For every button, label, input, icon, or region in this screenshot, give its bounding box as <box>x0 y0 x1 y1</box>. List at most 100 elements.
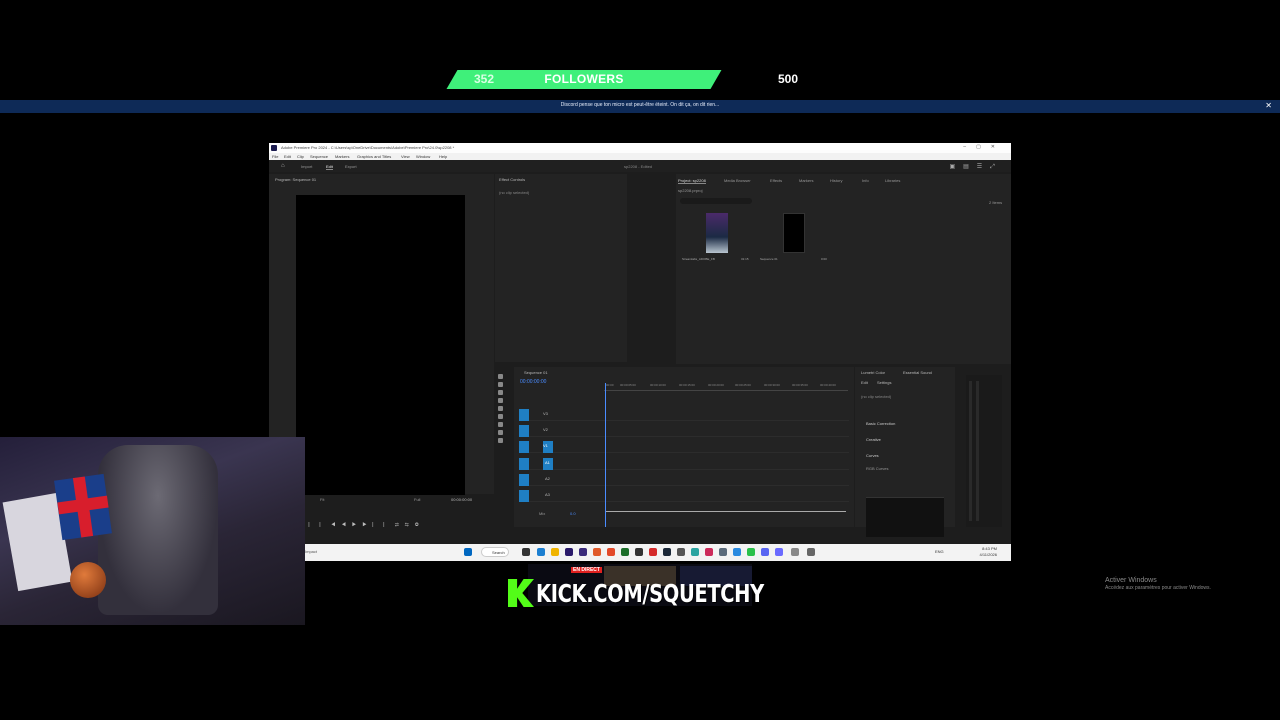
basic-correction-section[interactable]: Basic Correction <box>866 421 895 426</box>
clip-thumbnail[interactable] <box>706 213 728 253</box>
brave-icon[interactable] <box>607 548 615 556</box>
menu-clip[interactable]: Clip <box>297 154 304 159</box>
tab-import[interactable]: Import <box>301 164 312 169</box>
meter-left <box>969 381 972 521</box>
rectangle-tool-icon[interactable] <box>498 422 503 427</box>
settings-icon[interactable] <box>677 548 685 556</box>
language-indicator[interactable]: ENG <box>935 549 944 554</box>
pen-tool-icon[interactable] <box>498 414 503 419</box>
tab-history[interactable]: History <box>830 178 842 183</box>
timeline-timecode[interactable]: 00:00:00:00 <box>520 379 546 385</box>
curves-section[interactable]: Curves <box>866 453 879 458</box>
tab-libraries[interactable]: Libraries <box>885 178 900 183</box>
hand-tool-icon[interactable] <box>498 430 503 435</box>
resolution-dropdown[interactable]: Full <box>414 497 420 502</box>
menu-view[interactable]: View <box>401 154 410 159</box>
project-panel: Project: sp2208 Media Browser Effects Ma… <box>676 174 1011 364</box>
razor-tool-icon[interactable] <box>498 398 503 403</box>
store-icon[interactable] <box>537 548 545 556</box>
sequence-duration: 0:00 <box>821 257 827 261</box>
effect-controls-panel: Effect Controls (no clip selected) <box>495 174 627 362</box>
tab-markers[interactable]: Markers <box>799 178 813 183</box>
discord-icon[interactable] <box>761 548 769 556</box>
rgb-curve-graph[interactable] <box>866 497 944 537</box>
playhead[interactable] <box>605 383 606 527</box>
close-icon[interactable]: ✕ <box>1265 101 1272 110</box>
tab-lumetri-edit[interactable]: Edit <box>861 380 868 385</box>
obs-icon[interactable] <box>649 548 657 556</box>
project-search-input[interactable] <box>680 198 752 204</box>
selection-tool-icon[interactable] <box>498 374 503 379</box>
sequence-thumbnail[interactable] <box>783 213 805 253</box>
items-count: 2 Items <box>989 200 1003 205</box>
ruler-label: 00:00:40:00 <box>820 383 836 387</box>
spotify-icon[interactable] <box>747 548 755 556</box>
tab-project[interactable]: Project: sp2208 <box>678 178 706 184</box>
edge-icon[interactable] <box>733 548 741 556</box>
mix-label: Mix <box>539 511 546 516</box>
track-label: V1 <box>543 443 548 448</box>
track-v3[interactable]: V3 <box>519 409 849 421</box>
ruler-label: 00:00:15:00 <box>679 383 695 387</box>
app-icon[interactable] <box>775 548 783 556</box>
menu-help[interactable]: Help <box>439 154 447 159</box>
taskbar-widget-label[interactable]: Impact <box>305 549 317 554</box>
timeline-ruler[interactable]: 00:00 00:00:05:00 00:00:10:00 00:00:15:0… <box>604 383 848 391</box>
steam-icon[interactable] <box>663 548 671 556</box>
menu-edit[interactable]: Edit <box>284 154 291 159</box>
firefox-icon[interactable] <box>593 548 601 556</box>
program-monitor-title: Program: Sequence 01 <box>275 177 317 182</box>
track-v1[interactable]: V1 <box>519 441 849 453</box>
after-effects-icon[interactable] <box>579 548 587 556</box>
menu-sequence[interactable]: Sequence <box>310 154 328 159</box>
window-controls[interactable]: –▢✕ <box>963 144 1005 150</box>
type-tool-icon[interactable] <box>498 438 503 443</box>
app-icon[interactable] <box>691 548 699 556</box>
menu-markers[interactable]: Markers <box>335 154 349 159</box>
transport-controls[interactable]: ⎸⎸◀◀▶▶⎸⎸⇄⇆◎ <box>309 522 425 528</box>
fit-dropdown[interactable]: Fit <box>320 497 324 502</box>
tab-export[interactable]: Export <box>345 164 357 169</box>
tab-media-browser[interactable]: Media Browser <box>724 178 751 183</box>
rgb-curves-section[interactable]: RGB Curves <box>866 466 888 471</box>
timeline-sequence-title[interactable]: Sequence 01 <box>524 370 548 375</box>
track-a3[interactable]: A3 <box>519 490 849 502</box>
premiere-taskbar-icon[interactable] <box>565 548 573 556</box>
track-v2[interactable]: V2 <box>519 425 849 437</box>
creative-section[interactable]: Creative <box>866 437 881 442</box>
workspace-icons[interactable]: ▣▤☰⤢ <box>949 163 1003 171</box>
track-a2[interactable]: A2 <box>519 474 849 486</box>
app-icon[interactable] <box>807 548 815 556</box>
track-select-icon[interactable] <box>498 382 503 387</box>
timeline-scrollbar[interactable] <box>605 511 846 512</box>
clock-date: 4/11/2026 <box>979 552 998 557</box>
program-monitor-viewer[interactable] <box>296 195 465 497</box>
adobe-cc-icon[interactable] <box>705 548 713 556</box>
taskbar-search[interactable]: Search <box>481 547 509 557</box>
tab-essential-sound[interactable]: Essential Sound <box>903 370 932 375</box>
menu-window[interactable]: Window <box>416 154 430 159</box>
tab-info[interactable]: Info <box>862 178 869 183</box>
tab-lumetri-settings[interactable]: Settings <box>877 380 891 385</box>
slip-tool-icon[interactable] <box>498 406 503 411</box>
app-icon[interactable] <box>621 548 629 556</box>
ruler-label: 00:00:25:00 <box>735 383 751 387</box>
home-icon[interactable]: ⌂ <box>281 163 285 169</box>
lumetri-no-clip: (no clip selected) <box>861 394 892 399</box>
tab-edit[interactable]: Edit <box>326 164 333 170</box>
track-a1[interactable]: A1 <box>519 458 849 470</box>
mix-value[interactable]: 0.0 <box>570 511 576 516</box>
file-explorer-icon[interactable] <box>551 548 559 556</box>
app-icon[interactable] <box>635 548 643 556</box>
menu-file[interactable]: File <box>272 154 278 159</box>
app-icon[interactable] <box>719 548 727 556</box>
task-view-icon[interactable] <box>522 548 530 556</box>
menu-graphics[interactable]: Graphics and Titles <box>357 154 391 159</box>
app-icon[interactable] <box>791 548 799 556</box>
start-icon[interactable] <box>464 548 472 556</box>
taskbar-clock[interactable]: 8:43 PM 4/11/2026 <box>980 546 998 558</box>
sequence-name: Sequence 01 <box>760 257 778 261</box>
tab-lumetri-color[interactable]: Lumetri Color <box>861 370 885 375</box>
tab-effects[interactable]: Effects <box>770 178 782 183</box>
ripple-edit-icon[interactable] <box>498 390 503 395</box>
